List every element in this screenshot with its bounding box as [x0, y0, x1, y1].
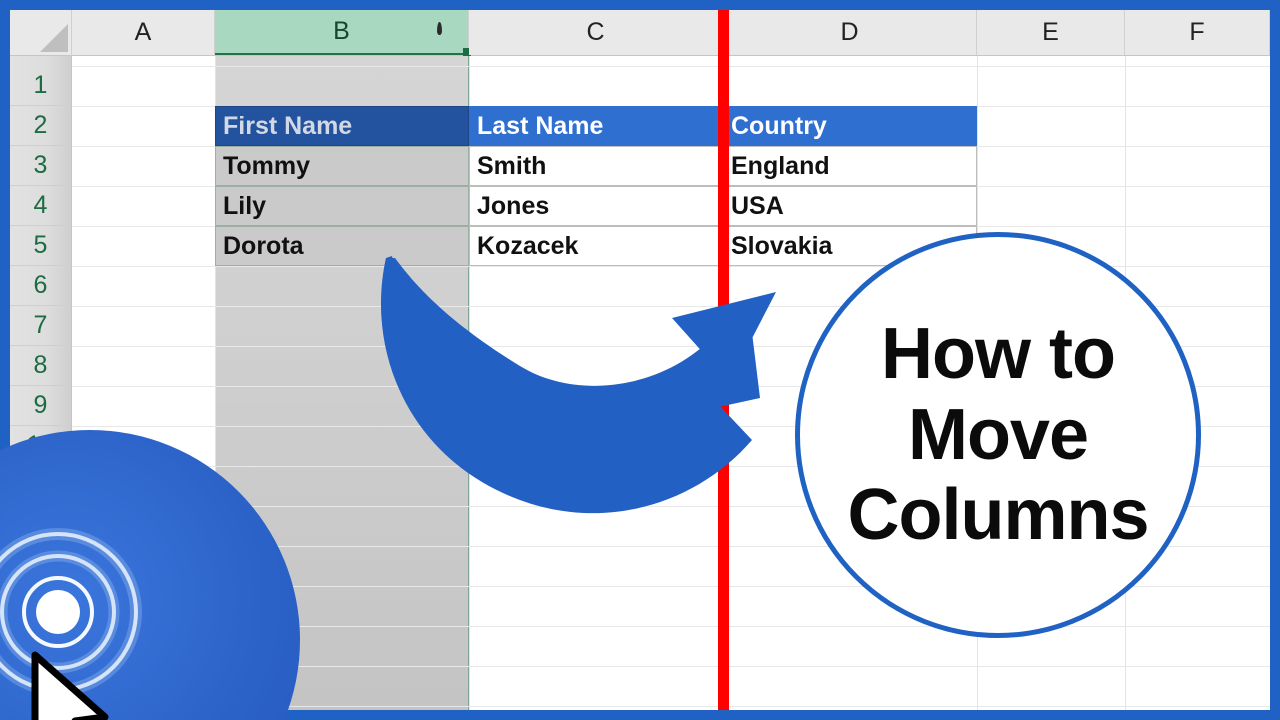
- column-header-b[interactable]: B: [215, 10, 471, 56]
- screenshot-root: ABCDEF 12345678910 First NameLast NameCo…: [0, 0, 1280, 720]
- column-header-label: C: [586, 18, 605, 46]
- click-target-cursor-logo: [0, 430, 300, 720]
- grid-hline: [72, 66, 1270, 67]
- table-header-cell-0[interactable]: First Name: [215, 106, 469, 146]
- column-header-f[interactable]: F: [1125, 10, 1270, 55]
- column-header-row: A B C D E F: [72, 10, 1270, 56]
- table-cell-r0-c0[interactable]: Tommy: [215, 146, 469, 186]
- row-header-1[interactable]: 1: [10, 66, 71, 106]
- column-header-c[interactable]: C: [469, 10, 723, 55]
- callout-line-1: How to: [881, 314, 1116, 395]
- table-cell-r0-c2[interactable]: England: [723, 146, 977, 186]
- column-header-d[interactable]: D: [723, 10, 977, 55]
- callout-circle: How to Move Columns: [795, 232, 1201, 638]
- column-header-label: D: [840, 18, 859, 46]
- row-header-4[interactable]: 4: [10, 186, 71, 226]
- column-header-label: F: [1189, 18, 1205, 46]
- column-header-label: A: [134, 18, 152, 46]
- row-header-3[interactable]: 3: [10, 146, 71, 186]
- row-header-5[interactable]: 5: [10, 226, 71, 266]
- callout-line-2: Move: [907, 394, 1089, 475]
- table-header-cell-1[interactable]: Last Name: [469, 106, 723, 146]
- table-cell-r1-c2[interactable]: USA: [723, 186, 977, 226]
- column-header-label: E: [1042, 18, 1059, 46]
- column-header-a[interactable]: A: [72, 10, 215, 55]
- table-cell-r2-c1[interactable]: Kozacek: [469, 226, 723, 266]
- table-cell-r1-c0[interactable]: Lily: [215, 186, 469, 226]
- column-header-label: B: [333, 17, 350, 45]
- table-cell-r2-c0[interactable]: Dorota: [215, 226, 469, 266]
- callout-line-3: Columns: [847, 475, 1149, 556]
- row-header-6[interactable]: 6: [10, 266, 71, 306]
- logo-graphic: [0, 528, 142, 720]
- move-handle-icon[interactable]: [437, 22, 442, 35]
- row-header-7[interactable]: 7: [10, 306, 71, 346]
- table-cell-r0-c1[interactable]: Smith: [469, 146, 723, 186]
- row-header-8[interactable]: 8: [10, 346, 71, 386]
- table-header-cell-2[interactable]: Country: [723, 106, 977, 146]
- red-drop-line: [718, 10, 729, 710]
- table-cell-r1-c1[interactable]: Jones: [469, 186, 723, 226]
- select-all-triangle-icon: [40, 24, 68, 52]
- select-all-button[interactable]: [10, 10, 72, 56]
- row-header-2[interactable]: 2: [10, 106, 71, 146]
- column-header-e[interactable]: E: [977, 10, 1125, 55]
- row-header-9[interactable]: 9: [10, 386, 71, 426]
